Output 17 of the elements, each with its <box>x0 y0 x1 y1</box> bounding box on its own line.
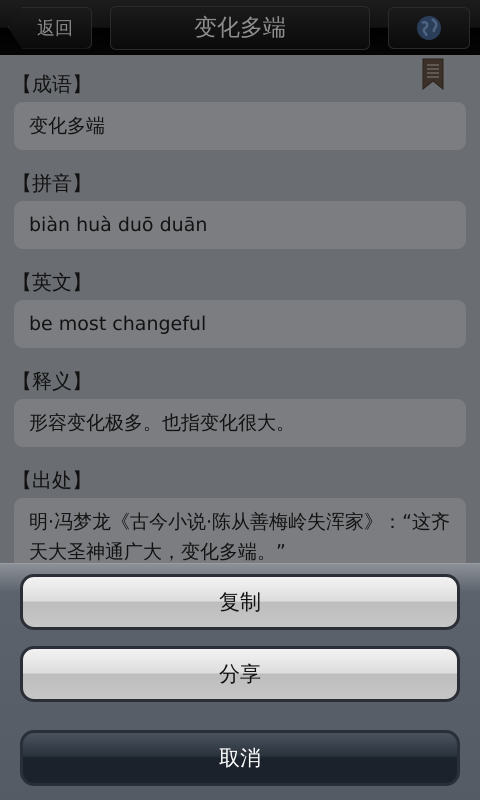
section-text: biàn huà duō duān <box>14 201 466 249</box>
action-button[interactable]: 分享 <box>20 646 460 702</box>
section-label: 【拼音】 <box>12 170 92 197</box>
section-label: 【成语】 <box>12 71 92 98</box>
globe-button[interactable] <box>388 6 470 48</box>
section-text: 变化多端 <box>14 102 466 150</box>
back-button[interactable]: 返回 <box>8 6 92 48</box>
cancel-button[interactable]: 取消 <box>20 730 460 786</box>
globe-icon <box>416 14 442 40</box>
section-text: be most changeful <box>14 300 466 348</box>
screen-title: 变化多端 <box>110 6 370 50</box>
bookmark-icon[interactable] <box>422 58 444 90</box>
section-label: 【出处】 <box>12 467 92 494</box>
section-label: 【释义】 <box>12 368 92 395</box>
section-text: 形容变化极多。也指变化很大。 <box>14 399 466 447</box>
action-button[interactable]: 复制 <box>20 574 460 630</box>
section-label: 【英文】 <box>12 269 92 296</box>
